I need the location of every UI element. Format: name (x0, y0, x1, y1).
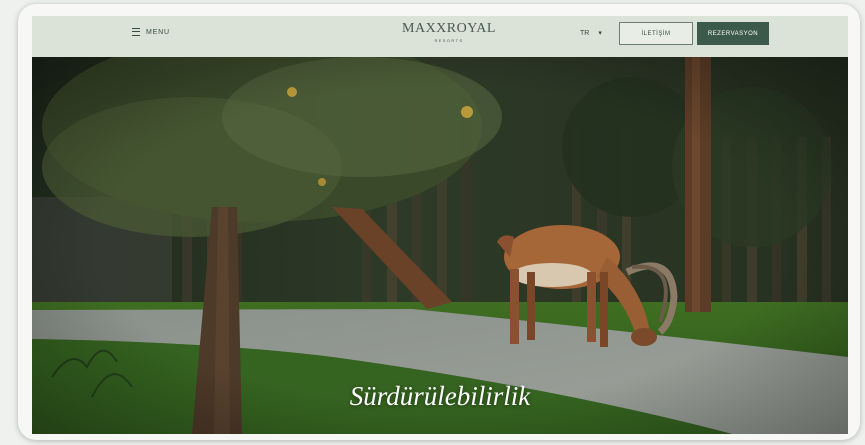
hero-image (32, 57, 848, 434)
hero-section: Sürdürülebilirlik (32, 57, 848, 434)
contact-button[interactable]: İLETİŞİM (619, 22, 693, 45)
logo-wordmark: MAXXROYAL (402, 21, 496, 36)
language-label: TR (580, 29, 590, 37)
menu-button[interactable]: MENU (132, 28, 170, 36)
site-header: MENU MAXXROYAL RESORTS TR ▾ İLETİŞİM REZ… (32, 16, 848, 58)
logo-subtext: RESORTS (434, 38, 464, 43)
brand-logo[interactable]: MAXXROYAL RESORTS (402, 21, 496, 43)
reservation-button[interactable]: REZERVASYON (697, 22, 769, 45)
hamburger-icon (132, 28, 140, 36)
chevron-down-icon: ▾ (598, 30, 602, 37)
menu-label: MENU (146, 28, 170, 36)
hero-title: Sürdürülebilirlik (349, 381, 531, 411)
language-selector[interactable]: TR ▾ (580, 29, 602, 38)
website-screen: MENU MAXXROYAL RESORTS TR ▾ İLETİŞİM REZ… (32, 16, 848, 434)
device-frame: MENU MAXXROYAL RESORTS TR ▾ İLETİŞİM REZ… (18, 4, 860, 440)
